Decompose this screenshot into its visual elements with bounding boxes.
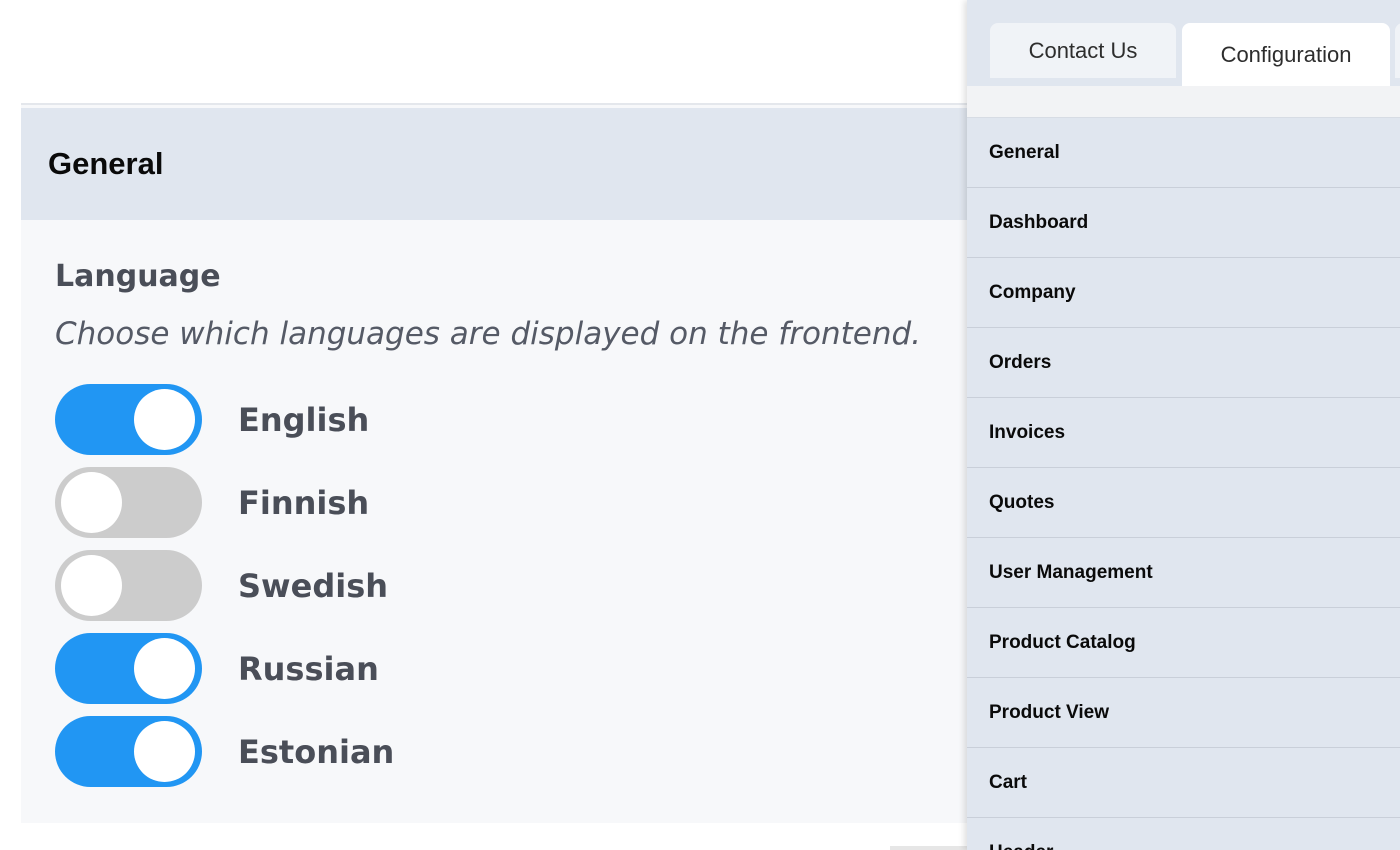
language-row-russian: Russian: [55, 633, 394, 704]
panel-tab-bar: Contact Us Configuration: [967, 0, 1400, 86]
nav-item-label: Dashboard: [989, 211, 1089, 233]
nav-item-product-catalog[interactable]: Product Catalog: [967, 608, 1400, 678]
language-row-estonian: Estonian: [55, 716, 394, 787]
language-label-russian: Russian: [238, 649, 379, 688]
language-label-finnish: Finnish: [238, 483, 370, 522]
russian-toggle[interactable]: [55, 633, 202, 704]
language-row-swedish: Swedish: [55, 550, 394, 621]
language-row-english: English: [55, 384, 394, 455]
nav-item-label: Orders: [989, 351, 1052, 373]
nav-item-label: Quotes: [989, 491, 1055, 513]
nav-item-label: General: [989, 141, 1060, 163]
language-section-title: Language: [55, 259, 221, 294]
nav-item-dashboard[interactable]: Dashboard: [967, 188, 1400, 258]
language-label-english: English: [238, 400, 370, 439]
card-header: General: [21, 108, 981, 220]
tab-overflow[interactable]: [1395, 23, 1400, 78]
nav-item-product-view[interactable]: Product View: [967, 678, 1400, 748]
nav-item-cart[interactable]: Cart: [967, 748, 1400, 818]
nav-item-label: Product View: [989, 701, 1110, 723]
configuration-side-panel: Contact Us Configuration General Dashboa…: [967, 0, 1400, 850]
panel-subbar: [967, 86, 1400, 118]
nav-item-label: Invoices: [989, 421, 1066, 443]
nav-item-orders[interactable]: Orders: [967, 328, 1400, 398]
nav-item-label: Cart: [989, 771, 1028, 793]
nav-item-quotes[interactable]: Quotes: [967, 468, 1400, 538]
tab-configuration[interactable]: Configuration: [1182, 23, 1390, 86]
nav-item-company[interactable]: Company: [967, 258, 1400, 328]
language-toggle-list: English Finnish Swedish Russian Estonian: [55, 384, 394, 799]
general-settings-card: General Language Choose which languages …: [21, 103, 981, 823]
swedish-toggle[interactable]: [55, 550, 202, 621]
finnish-toggle[interactable]: [55, 467, 202, 538]
language-section-description: Choose which languages are displayed on …: [55, 316, 922, 352]
nav-item-header[interactable]: Header: [967, 818, 1400, 850]
toggle-knob: [61, 555, 122, 616]
nav-item-user-management[interactable]: User Management: [967, 538, 1400, 608]
nav-item-label: Header: [989, 842, 1053, 850]
card-title: General: [48, 146, 164, 181]
toggle-knob: [61, 472, 122, 533]
toggle-knob: [134, 389, 195, 450]
language-label-estonian: Estonian: [238, 732, 395, 771]
tab-contact-us[interactable]: Contact Us: [990, 23, 1176, 78]
nav-item-invoices[interactable]: Invoices: [967, 398, 1400, 468]
language-row-finnish: Finnish: [55, 467, 394, 538]
configuration-nav-list: General Dashboard Company Orders Invoice…: [967, 118, 1400, 850]
language-label-swedish: Swedish: [238, 566, 389, 605]
nav-item-label: Company: [989, 281, 1076, 303]
toggle-knob: [134, 721, 195, 782]
english-toggle[interactable]: [55, 384, 202, 455]
nav-item-label: Product Catalog: [989, 631, 1136, 653]
page: General Language Choose which languages …: [0, 0, 1400, 850]
nav-item-label: User Management: [989, 561, 1153, 583]
nav-item-general[interactable]: General: [967, 118, 1400, 188]
toggle-knob: [134, 638, 195, 699]
estonian-toggle[interactable]: [55, 716, 202, 787]
